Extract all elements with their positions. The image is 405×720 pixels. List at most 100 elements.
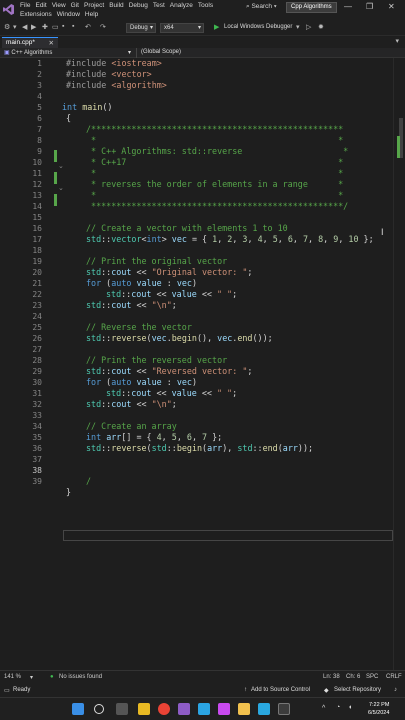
restore-icon[interactable]: ❐ [366,2,373,11]
cpp-file-icon: ▣ [4,50,10,56]
chevron-up-icon[interactable]: ^ [322,705,325,712]
start-debugger-button[interactable]: Local Windows Debugger [224,24,292,30]
project-dropdown[interactable]: ▣ C++ Algorithms ▾ [4,49,131,56]
chevron-down-icon[interactable]: ▾ [296,23,300,31]
menu-git[interactable]: Git [71,2,84,11]
visual-studio-icon[interactable] [178,703,190,715]
configuration-select[interactable]: Debug ▾ [126,23,156,33]
chevron-down-icon: ▾ [273,3,277,10]
zoom-level[interactable]: 141 % [4,674,21,680]
close-icon[interactable]: ✕ [49,39,54,47]
issues-status[interactable]: No issues found [59,674,102,680]
whitespace-indicator[interactable]: SPC [366,674,378,680]
column-indicator[interactable]: Ch: 6 [346,674,360,680]
code-line-7: /***************************************… [86,124,344,134]
close-window-icon[interactable]: ✕ [388,2,395,11]
project-name: C++ Algorithms [11,50,53,56]
menu-view[interactable]: View [52,2,71,11]
line-number: 30 [32,378,42,387]
line-number: 2 [37,70,42,79]
minimize-icon[interactable]: — [344,2,352,11]
play-icon[interactable]: ▶ [214,23,219,31]
add-to-source-control-button[interactable]: Add to Source Control [251,687,310,693]
terminal-icon[interactable] [278,703,290,715]
new-item-icon[interactable]: ✚ [42,23,48,31]
code-line-31: std::cout << value << " "; [106,388,238,398]
menu-analyze[interactable]: Analyze [170,2,198,11]
vertical-scrollbar[interactable] [393,58,405,670]
play-outline-icon[interactable]: ▷ [306,23,311,31]
status-bar: ▭ Ready ↑ Add to Source Control ◆ Select… [0,684,405,697]
line-indicator[interactable]: Ln: 38 [323,674,340,680]
scope-dropdown[interactable]: (Global Scope) [141,49,181,55]
save-icon[interactable]: ▪ [62,23,64,30]
divider [136,48,137,58]
visual-studio-logo-icon[interactable] [3,4,14,15]
system-clock[interactable]: 7:22 PM 6/5/2024 [368,701,389,717]
chevron-down-icon[interactable]: ▾ [30,674,33,681]
line-number: 10 [32,158,42,167]
undo-icon[interactable]: ↶ [85,23,91,31]
chevron-down-icon[interactable]: ▾ [13,23,17,31]
line-number: 9 [37,147,42,156]
task-view-icon[interactable] [116,703,128,715]
save-all-icon[interactable]: ▪ [72,23,74,30]
flame-icon[interactable]: ✹ [318,23,324,31]
forward-arrow-icon[interactable]: ▶ [31,23,36,31]
edge-icon[interactable] [198,703,210,715]
code-line-17: std::vector<int> vec = { 1, 2, 3, 4, 5, … [86,234,374,244]
code-line-22: std::cout << value << " "; [106,289,238,299]
menu-file[interactable]: File [20,2,35,11]
menu-extensions[interactable]: Extensions [20,11,57,18]
windows-taskbar: ^ ◔ ◖ 7:22 PM 6/5/2024 [0,697,405,720]
code-line-36: std::reverse(std::begin(arr), std::end(a… [86,443,314,453]
speaker-icon[interactable]: ◖ [348,704,352,711]
line-number: 23 [32,301,42,310]
code-line-35: int arr[] = { 4, 5, 6, 7 }; [86,432,223,442]
wifi-icon[interactable]: ◔ [336,704,340,711]
text-cursor-icon: I [381,227,384,237]
line-ending-indicator[interactable]: CRLF [386,674,402,680]
chevron-down-icon[interactable]: ▾ [395,37,399,45]
gear-icon[interactable]: ⚙ [4,23,10,31]
menu-test[interactable]: Test [153,2,170,11]
back-arrow-icon[interactable]: ◀ [22,23,27,31]
select-repository-button[interactable]: Select Repository [334,687,381,693]
line-number: 39 [32,477,42,486]
sticky-notes-icon[interactable] [238,703,250,715]
menu-help[interactable]: Help [85,11,103,18]
search-button[interactable]: ⌕ Search ▾ [246,3,277,11]
line-number: 6 [37,114,42,123]
redo-icon[interactable]: ↷ [100,23,106,31]
change-indicator [54,194,57,206]
tab-main-cpp[interactable]: main.cpp* ✕ [2,37,58,48]
arrow-up-icon: ↑ [244,687,247,693]
code-line-20: std::cout << "Original vector: "; [86,267,253,277]
app-icon[interactable] [258,703,270,715]
notification-bell-icon[interactable]: ♪ [394,687,397,693]
file-explorer-icon[interactable] [138,703,150,715]
search-icon[interactable] [94,704,104,714]
code-line-32: std::cout << "\n"; [86,399,177,409]
line-number: 32 [32,400,42,409]
line-number: 14 [32,202,42,211]
menu-build[interactable]: Build [109,2,128,11]
line-number: 16 [32,224,42,233]
platform-select[interactable]: x64 ▾ [160,23,204,33]
open-folder-icon[interactable]: ▭ [52,23,59,31]
fold-collapse-icon[interactable]: ⌄ [58,162,64,170]
solution-name-badge[interactable]: Cpp Algorithms [286,2,337,13]
menu-edit[interactable]: Edit [35,2,51,11]
fold-collapse-icon[interactable]: ⌄ [58,184,64,192]
code-editor[interactable]: 1 2 3 4 5 6 7 8 9 10 11 12 13 14 15 16 17 18 19 20 21 22 23 24 2… [0,58,405,670]
menu-debug[interactable]: Debug [129,2,153,11]
menu-project[interactable]: Project [84,2,109,11]
line-number: 35 [32,433,42,442]
menu-window[interactable]: Window [57,11,85,18]
app-icon[interactable] [218,703,230,715]
chrome-icon[interactable] [158,703,170,715]
line-number: 4 [37,92,42,101]
menu-tools[interactable]: Tools [198,2,218,11]
windows-start-icon[interactable] [72,703,84,715]
code-line-34: // Create an array [86,421,177,431]
